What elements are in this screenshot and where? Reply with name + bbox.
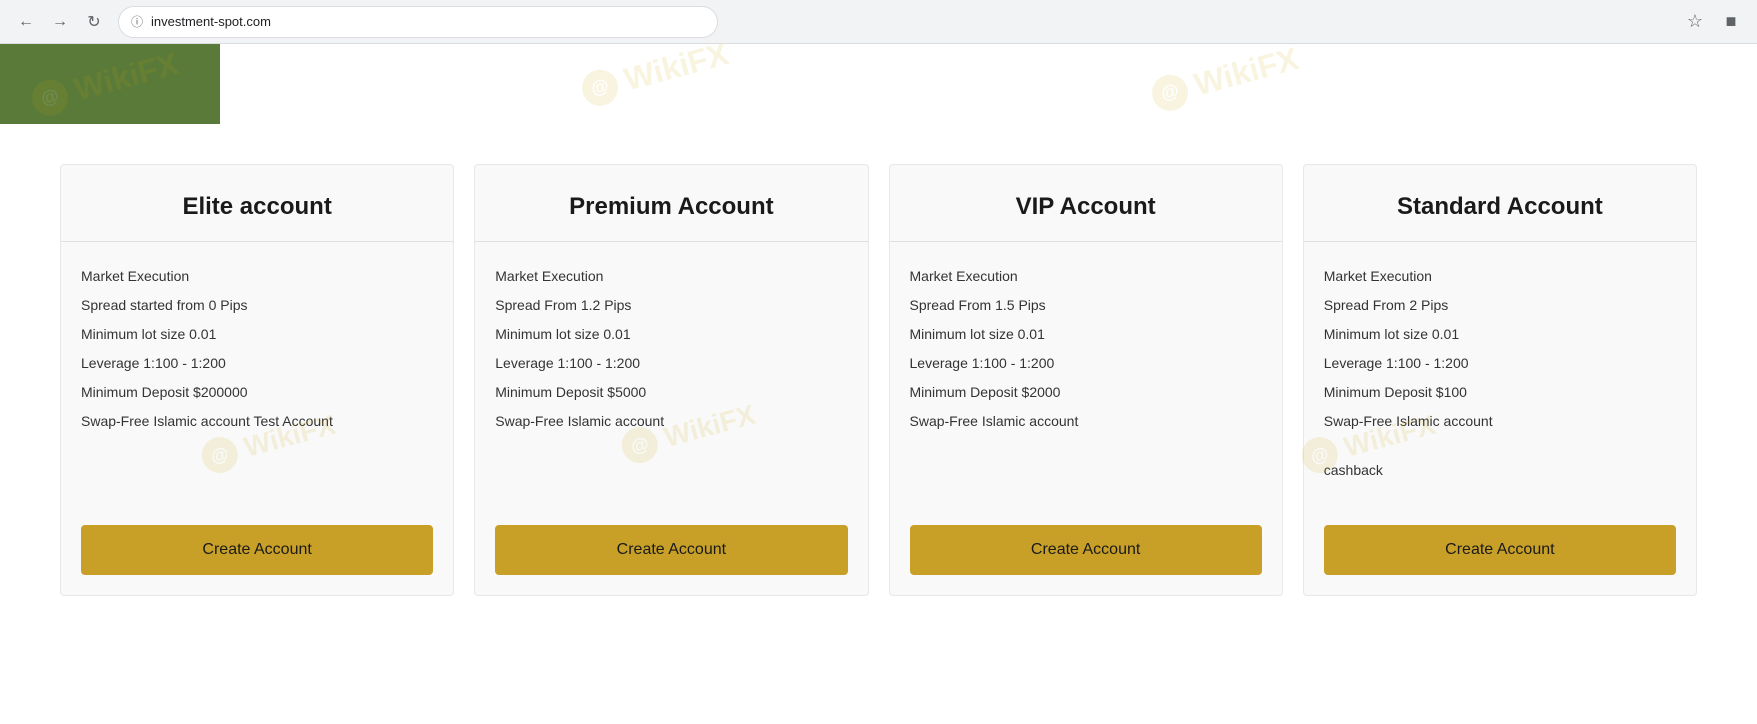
premium-card-header: Premium Account	[475, 165, 867, 242]
premium-feature-2: Spread From 1.2 Pips	[495, 295, 847, 316]
premium-create-account-button[interactable]: Create Account	[495, 525, 847, 575]
vip-card-title: VIP Account	[910, 193, 1262, 221]
standard-feature-4: Leverage 1:100 - 1:200	[1324, 353, 1676, 374]
extensions-button[interactable]: ■	[1717, 8, 1745, 36]
main-section: Elite account Market Execution Spread st…	[0, 124, 1757, 636]
back-button[interactable]: ←	[12, 8, 40, 36]
top-banner	[0, 44, 220, 124]
premium-feature-4: Leverage 1:100 - 1:200	[495, 353, 847, 374]
vip-account-card: VIP Account Market Execution Spread From…	[889, 164, 1283, 596]
standard-card-title: Standard Account	[1324, 193, 1676, 221]
elite-create-account-button[interactable]: Create Account	[81, 525, 433, 575]
browser-chrome: ← → ↻ ⓘ investment-spot.com ☆ ■	[0, 0, 1757, 44]
premium-feature-3: Minimum lot size 0.01	[495, 324, 847, 345]
elite-card-header: Elite account	[61, 165, 453, 242]
standard-card-header: Standard Account	[1304, 165, 1696, 242]
vip-create-account-button[interactable]: Create Account	[910, 525, 1262, 575]
premium-card-footer: Create Account	[475, 505, 867, 595]
elite-feature-2: Spread started from 0 Pips	[81, 295, 433, 316]
standard-feature-5: Minimum Deposit $100	[1324, 382, 1676, 403]
watermark-3: @WikiFX	[1148, 44, 1303, 115]
elite-feature-4: Leverage 1:100 - 1:200	[81, 353, 433, 374]
vip-feature-6: Swap-Free Islamic account	[910, 411, 1262, 432]
address-bar-lock-icon: ⓘ	[131, 13, 143, 30]
nav-buttons: ← → ↻	[12, 8, 108, 36]
standard-feature-2: Spread From 2 Pips	[1324, 295, 1676, 316]
forward-button[interactable]: →	[46, 8, 74, 36]
vip-feature-2: Spread From 1.5 Pips	[910, 295, 1262, 316]
vip-feature-1: Market Execution	[910, 266, 1262, 287]
standard-feature-spacer	[1324, 440, 1676, 452]
browser-actions: ☆ ■	[1681, 8, 1745, 36]
premium-account-card: Premium Account Market Execution Spread …	[474, 164, 868, 596]
standard-card-footer: Create Account	[1304, 505, 1696, 595]
elite-feature-3: Minimum lot size 0.01	[81, 324, 433, 345]
vip-feature-3: Minimum lot size 0.01	[910, 324, 1262, 345]
page-content: @WikiFX @WikiFX @WikiFX @WikiFX @WikiFX …	[0, 44, 1757, 724]
standard-account-card: Standard Account Market Execution Spread…	[1303, 164, 1697, 596]
elite-account-card: Elite account Market Execution Spread st…	[60, 164, 454, 596]
vip-feature-4: Leverage 1:100 - 1:200	[910, 353, 1262, 374]
vip-feature-5: Minimum Deposit $2000	[910, 382, 1262, 403]
standard-feature-7: cashback	[1324, 460, 1676, 481]
elite-card-title: Elite account	[81, 193, 433, 221]
address-url: investment-spot.com	[151, 14, 271, 29]
standard-feature-6: Swap-Free Islamic account	[1324, 411, 1676, 432]
premium-feature-6: Swap-Free Islamic account	[495, 411, 847, 432]
vip-card-footer: Create Account	[890, 505, 1282, 595]
bookmark-button[interactable]: ☆	[1681, 8, 1709, 36]
cards-grid: Elite account Market Execution Spread st…	[60, 164, 1697, 596]
watermark-2: @WikiFX	[578, 44, 733, 110]
address-bar[interactable]: ⓘ investment-spot.com	[118, 6, 718, 38]
standard-card-body: Market Execution Spread From 2 Pips Mini…	[1304, 242, 1696, 505]
refresh-button[interactable]: ↻	[80, 8, 108, 36]
elite-card-footer: Create Account	[61, 505, 453, 595]
vip-card-header: VIP Account	[890, 165, 1282, 242]
elite-feature-1: Market Execution	[81, 266, 433, 287]
vip-card-body: Market Execution Spread From 1.5 Pips Mi…	[890, 242, 1282, 505]
elite-feature-5: Minimum Deposit $200000	[81, 382, 433, 403]
standard-feature-1: Market Execution	[1324, 266, 1676, 287]
premium-feature-1: Market Execution	[495, 266, 847, 287]
premium-card-title: Premium Account	[495, 193, 847, 221]
standard-create-account-button[interactable]: Create Account	[1324, 525, 1676, 575]
premium-card-body: Market Execution Spread From 1.2 Pips Mi…	[475, 242, 867, 505]
premium-feature-5: Minimum Deposit $5000	[495, 382, 847, 403]
elite-card-body: Market Execution Spread started from 0 P…	[61, 242, 453, 505]
standard-feature-3: Minimum lot size 0.01	[1324, 324, 1676, 345]
elite-feature-6: Swap-Free Islamic account Test Account	[81, 411, 433, 432]
